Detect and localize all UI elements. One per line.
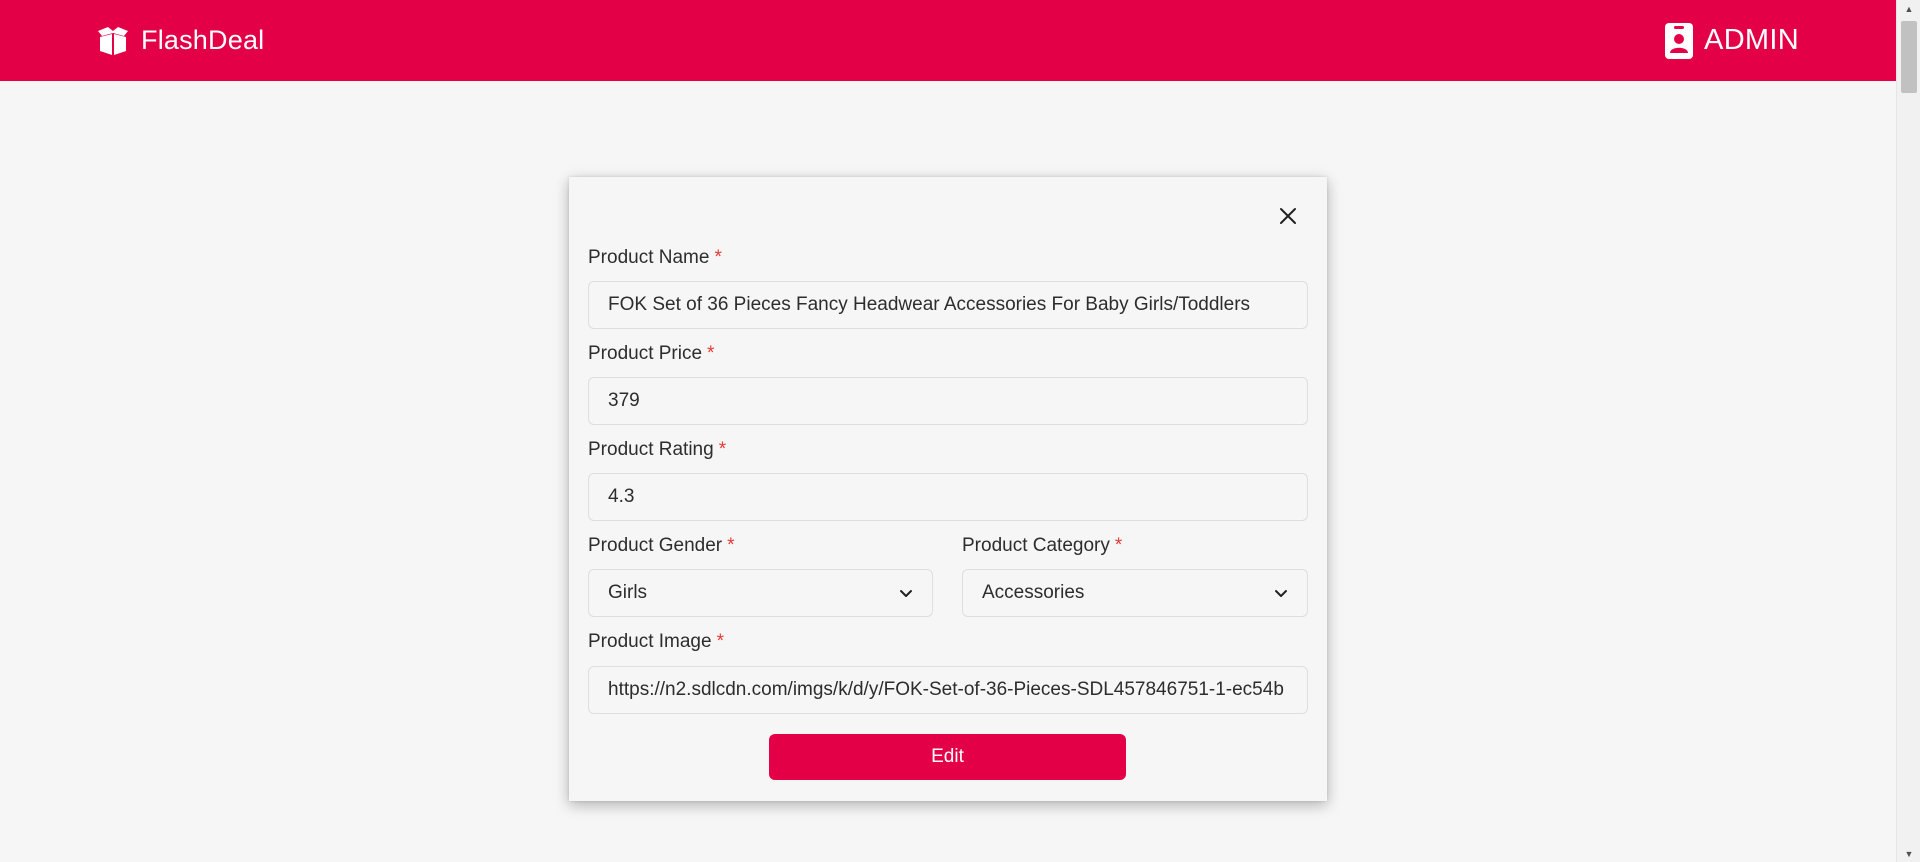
scroll-down-icon[interactable]: ▼ <box>1897 845 1920 862</box>
close-button[interactable] <box>1275 203 1301 229</box>
product-image-label: Product Image * <box>588 631 724 652</box>
product-gender-label: Product Gender * <box>588 535 735 556</box>
product-name-label: Product Name * <box>588 247 722 268</box>
product-category-select[interactable]: Accessories <box>962 569 1308 617</box>
page-scrollbar[interactable]: ▲ ▼ <box>1896 0 1920 862</box>
chevron-down-icon <box>1275 590 1287 597</box>
brand-link[interactable]: FlashDeal <box>95 25 264 56</box>
id-badge-icon <box>1665 22 1694 59</box>
brand-name: FlashDeal <box>141 25 265 55</box>
product-price-input[interactable]: 379 <box>588 377 1308 425</box>
box-open-icon <box>98 26 128 55</box>
scroll-up-icon[interactable]: ▲ <box>1897 0 1920 17</box>
edit-product-modal: Product Name * FOK Set of 36 Pieces Fancy… <box>569 177 1327 801</box>
chevron-down-icon <box>900 590 912 597</box>
top-navbar: FlashDeal ADMIN <box>0 0 1896 81</box>
admin-account[interactable]: ADMIN <box>1664 22 1799 60</box>
edit-button[interactable]: Edit <box>769 734 1126 780</box>
close-icon <box>1280 208 1296 224</box>
product-price-label: Product Price * <box>588 343 715 364</box>
admin-label: ADMIN <box>1704 24 1799 56</box>
product-category-label: Product Category * <box>962 535 1123 556</box>
scroll-thumb[interactable] <box>1901 21 1917 93</box>
product-rating-label: Product Rating * <box>588 439 727 460</box>
product-gender-select[interactable]: Girls <box>588 569 933 617</box>
product-image-input[interactable]: https://n2.sdlcdn.com/imgs/k/d/y/FOK-Set… <box>588 666 1308 714</box>
product-name-input[interactable]: FOK Set of 36 Pieces Fancy Headwear Acce… <box>588 281 1308 329</box>
product-rating-input[interactable]: 4.3 <box>588 473 1308 521</box>
